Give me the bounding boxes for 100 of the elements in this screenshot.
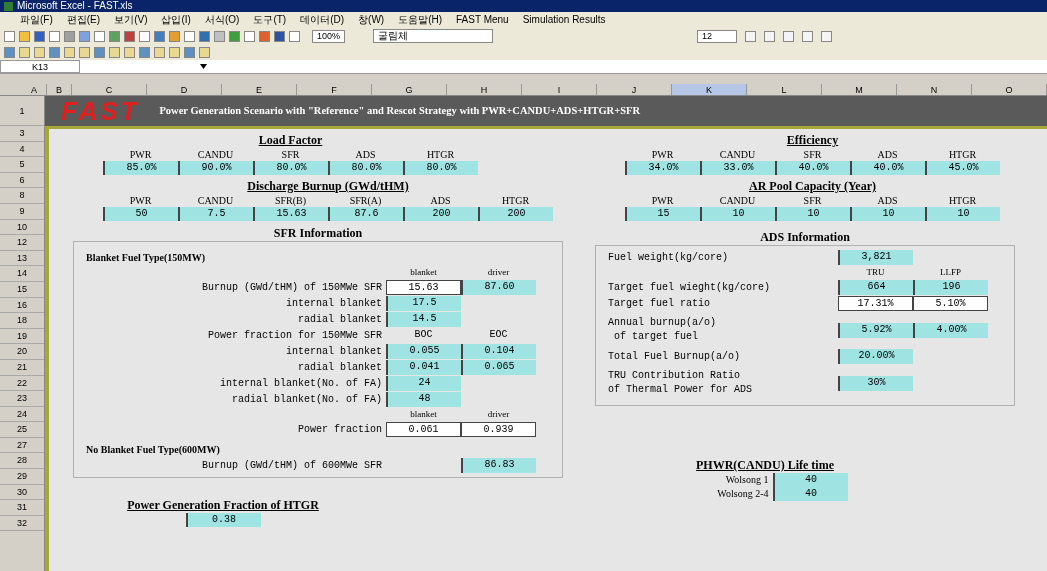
menu-item[interactable]: 편집(E) <box>66 15 101 25</box>
tool-icon[interactable] <box>124 46 135 58</box>
tool-icon[interactable] <box>64 30 75 42</box>
column-header[interactable]: O <box>972 84 1047 95</box>
row-number[interactable]: 3 <box>0 126 44 142</box>
format-icon[interactable] <box>783 30 795 42</box>
row-number[interactable]: 30 <box>0 484 44 501</box>
menu-item[interactable]: 도구(T) <box>253 15 287 25</box>
row-number[interactable]: 6 <box>0 172 44 189</box>
tool-icon[interactable] <box>124 30 135 42</box>
tool-icon[interactable] <box>214 30 225 42</box>
menu-item[interactable]: FAST Menu <box>456 15 509 25</box>
tool-icon[interactable] <box>244 30 255 42</box>
column-header[interactable]: L <box>747 84 822 95</box>
row-number[interactable]: 1 <box>0 96 44 126</box>
tool-icon[interactable] <box>19 46 30 58</box>
tool-icon[interactable] <box>199 46 210 58</box>
row-number[interactable]: 20 <box>0 344 44 360</box>
tool-icon[interactable] <box>49 46 60 58</box>
zoom-field[interactable]: 100% <box>312 29 346 43</box>
column-header[interactable]: M <box>822 84 897 95</box>
tool-icon[interactable] <box>259 30 270 42</box>
tool-icon[interactable] <box>154 30 165 42</box>
font-field[interactable]: 굴림체 <box>373 29 494 43</box>
menu-item[interactable]: 서식(O) <box>204 15 240 25</box>
tool-icon[interactable] <box>94 46 105 58</box>
tool-icon[interactable] <box>229 30 240 42</box>
tool-icon[interactable] <box>169 46 180 58</box>
format-icon[interactable] <box>821 30 833 42</box>
row-number[interactable]: 4 <box>0 141 44 158</box>
column-header[interactable]: B <box>47 84 72 95</box>
tool-icon[interactable] <box>19 30 30 42</box>
tool-icon[interactable] <box>154 46 165 58</box>
row-number[interactable]: 32 <box>0 515 44 532</box>
column-header[interactable]: I <box>522 84 597 95</box>
row-number[interactable]: 14 <box>0 266 44 282</box>
dropdown-arrow-icon[interactable] <box>200 64 207 69</box>
tool-icon[interactable] <box>139 30 150 42</box>
column-header[interactable]: H <box>447 84 522 95</box>
column-header[interactable]: D <box>147 84 222 95</box>
column-label: CANDU <box>196 148 235 161</box>
row-number[interactable]: 8 <box>0 188 44 204</box>
font-size-field[interactable]: 12 <box>697 29 738 43</box>
row-number[interactable]: 28 <box>0 453 44 470</box>
tool-icon[interactable] <box>184 30 195 42</box>
row-number[interactable]: 13 <box>0 250 44 267</box>
row-number[interactable]: 27 <box>0 437 44 454</box>
tool-icon[interactable] <box>274 30 285 42</box>
tool-icon[interactable] <box>139 46 150 58</box>
tool-icon[interactable] <box>64 46 75 58</box>
row-number[interactable]: 31 <box>0 500 44 516</box>
column-header[interactable]: N <box>897 84 972 95</box>
column-header[interactable]: F <box>297 84 372 95</box>
tool-icon[interactable] <box>169 30 180 42</box>
tool-icon[interactable] <box>79 46 90 58</box>
menu-item[interactable]: 파일(F) <box>20 15 53 25</box>
tool-icon[interactable] <box>94 30 105 42</box>
row-number[interactable]: 12 <box>0 235 44 251</box>
column-header[interactable]: A <box>22 84 47 95</box>
menu-item[interactable]: 보기(V) <box>114 15 148 25</box>
row-number[interactable]: 9 <box>0 203 44 220</box>
menu-item[interactable]: 도움말(H) <box>398 15 443 25</box>
row-number[interactable]: 18 <box>0 313 44 329</box>
menu-item[interactable]: 데이터(D) <box>300 15 345 25</box>
row-number[interactable]: 25 <box>0 422 44 438</box>
menu-item[interactable]: 삽입(I) <box>161 15 191 25</box>
tool-icon[interactable] <box>34 46 45 58</box>
row-number[interactable]: 21 <box>0 359 44 376</box>
value-cell: 15.63 <box>386 280 461 295</box>
menu-item[interactable]: 창(W) <box>358 15 385 25</box>
row-number[interactable]: 29 <box>0 469 44 485</box>
menu-item[interactable]: Simulation Results <box>522 15 606 25</box>
column-header[interactable]: K <box>672 84 747 95</box>
column-header[interactable]: C <box>72 84 147 95</box>
tool-icon[interactable] <box>4 46 15 58</box>
format-icon[interactable] <box>745 30 757 42</box>
tool-icon[interactable] <box>109 46 120 58</box>
tool-icon[interactable] <box>184 46 195 58</box>
format-icon[interactable] <box>802 30 814 42</box>
tool-icon[interactable] <box>49 30 60 42</box>
column-label: ADS <box>354 148 377 161</box>
tool-icon[interactable] <box>4 30 15 42</box>
column-header[interactable]: E <box>222 84 297 95</box>
row-number[interactable]: 15 <box>0 281 44 298</box>
tool-icon[interactable] <box>289 30 300 42</box>
name-box[interactable]: K13 <box>0 60 80 73</box>
tool-icon[interactable] <box>109 30 120 42</box>
row-number[interactable]: 16 <box>0 297 44 314</box>
row-number[interactable]: 23 <box>0 391 44 407</box>
column-header[interactable]: G <box>372 84 447 95</box>
row-number[interactable]: 22 <box>0 375 44 392</box>
column-label: SFR <box>802 194 823 207</box>
tool-icon[interactable] <box>199 30 210 42</box>
row-number[interactable]: 10 <box>0 219 44 236</box>
tool-icon[interactable] <box>34 30 45 42</box>
format-icon[interactable] <box>764 30 776 42</box>
row-number[interactable]: 5 <box>0 157 44 173</box>
tool-icon[interactable] <box>79 30 90 42</box>
row-number[interactable]: 24 <box>0 406 44 423</box>
row-number[interactable]: 19 <box>0 328 44 345</box>
